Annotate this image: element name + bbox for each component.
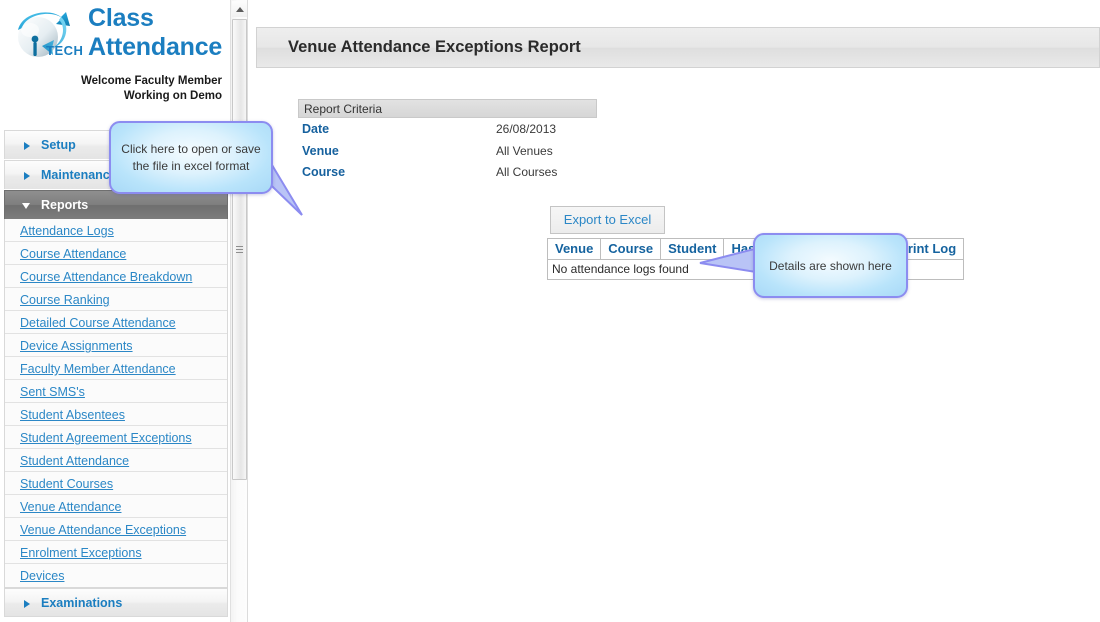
brand-header: TECH Class Attendance Welcome Faculty Me… bbox=[0, 0, 228, 108]
scrollbar-thumb[interactable] bbox=[232, 19, 247, 480]
sidebar-report-link-list: Attendance Logs Course Attendance Course A… bbox=[4, 219, 228, 588]
sidebar-report-link-row[interactable]: Student Agreement Exceptions bbox=[5, 426, 227, 449]
criteria-value-date: 26/08/2013 bbox=[496, 122, 557, 136]
application-window: TECH Class Attendance Welcome Faculty Me… bbox=[0, 0, 1100, 622]
app-title-line1: Class bbox=[88, 4, 154, 32]
callout-export-to-excel-text: Click here to open or save the file in e… bbox=[121, 142, 261, 173]
results-column-header: Course bbox=[600, 238, 662, 260]
scroll-up-arrow-glyph bbox=[236, 7, 244, 12]
sidebar-report-link-row[interactable]: Student Courses bbox=[5, 472, 227, 495]
sidebar-report-link-row[interactable]: Student Attendance bbox=[5, 449, 227, 472]
sidebar-menu: Setup Maintenance Reports Attendance Log… bbox=[4, 130, 228, 617]
sidebar-report-link[interactable]: Course Attendance bbox=[20, 247, 126, 261]
sidebar-report-link[interactable]: Course Ranking bbox=[20, 293, 110, 307]
sidebar-report-link[interactable]: Device Assignments bbox=[20, 339, 133, 353]
page-title: Venue Attendance Exceptions Report bbox=[288, 38, 581, 56]
sidebar-report-link[interactable]: Devices bbox=[20, 569, 64, 583]
criteria-value-course: All Courses bbox=[496, 165, 558, 179]
sidebar-report-link-row[interactable]: Student Absentees bbox=[5, 403, 227, 426]
sidebar-report-link[interactable]: Faculty Member Attendance bbox=[20, 362, 176, 376]
sidebar-report-link[interactable]: Course Attendance Breakdown bbox=[20, 270, 192, 284]
criteria-label-venue: Venue bbox=[302, 143, 339, 158]
criteria-row-venue: Venue All Venues bbox=[298, 140, 597, 162]
report-criteria-heading: Report Criteria bbox=[298, 99, 597, 118]
criteria-label-date: Date bbox=[302, 122, 330, 136]
sidebar-report-link[interactable]: Venue Attendance Exceptions bbox=[20, 523, 186, 537]
sidebar-report-link[interactable]: Sent SMS's bbox=[20, 385, 85, 399]
welcome-line-2: Working on Demo bbox=[123, 90, 222, 102]
sidebar-report-link[interactable]: Student Absentees bbox=[20, 408, 125, 422]
sidebar-report-link[interactable]: Student Agreement Exceptions bbox=[20, 431, 192, 445]
sidebar-report-link-row[interactable]: Devices bbox=[5, 564, 227, 587]
triangle-right-icon bbox=[24, 600, 30, 608]
app-title-line2: Attendance bbox=[88, 33, 223, 61]
callout-details-text: Details are shown here bbox=[769, 259, 892, 273]
export-to-excel-button[interactable]: Export to Excel bbox=[550, 206, 665, 234]
page-header-bar: Venue Attendance Exceptions Report bbox=[256, 27, 1100, 68]
welcome-line-1: Welcome Faculty Member bbox=[80, 75, 222, 87]
sidebar-section-setup-label: Setup bbox=[41, 138, 76, 152]
iptech-globe-logo-icon: TECH bbox=[12, 6, 84, 70]
sidebar-report-link-row[interactable]: Venue Attendance bbox=[5, 495, 227, 518]
sidebar: TECH Class Attendance Welcome Faculty Me… bbox=[0, 0, 228, 622]
report-criteria-panel: Report Criteria Date 26/08/2013 Venue Al… bbox=[298, 99, 597, 183]
export-to-excel-label: Export to Excel bbox=[563, 212, 652, 227]
triangle-right-icon bbox=[24, 172, 30, 180]
svg-text:TECH: TECH bbox=[46, 43, 83, 58]
scroll-up-arrow-icon[interactable] bbox=[232, 1, 247, 17]
sidebar-section-examinations-label: Examinations bbox=[41, 596, 123, 610]
page-scrollbar[interactable] bbox=[230, 0, 248, 622]
sidebar-report-link-row[interactable]: Detailed Course Attendance bbox=[5, 311, 227, 334]
sidebar-report-link-row[interactable]: Venue Attendance Exceptions bbox=[5, 518, 227, 541]
sidebar-report-link-row[interactable]: Course Ranking bbox=[5, 288, 227, 311]
sidebar-section-maintenance-label: Maintenance bbox=[41, 168, 117, 182]
triangle-down-icon bbox=[22, 203, 30, 209]
sidebar-report-link[interactable]: Venue Attendance bbox=[20, 500, 121, 514]
sidebar-report-link[interactable]: Student Attendance bbox=[20, 454, 129, 468]
sidebar-report-link-row[interactable]: Enrolment Exceptions bbox=[5, 541, 227, 564]
sidebar-report-link-row[interactable]: Course Attendance Breakdown bbox=[5, 265, 227, 288]
sidebar-report-link-row[interactable]: Sent SMS's bbox=[5, 380, 227, 403]
main-content: Venue Attendance Exceptions Report Repor… bbox=[249, 0, 1100, 622]
callout-export-to-excel: Click here to open or save the file in e… bbox=[109, 121, 273, 194]
criteria-row-course: Course All Courses bbox=[298, 161, 597, 183]
sidebar-report-link[interactable]: Detailed Course Attendance bbox=[20, 316, 176, 330]
scrollbar-grip-icon bbox=[236, 246, 243, 253]
sidebar-report-link-row[interactable]: Attendance Logs bbox=[5, 219, 227, 242]
criteria-row-date: Date 26/08/2013 bbox=[298, 118, 597, 140]
sidebar-report-link[interactable]: Enrolment Exceptions bbox=[20, 546, 142, 560]
welcome-message: Welcome Faculty Member Working on Demo bbox=[0, 74, 222, 104]
sidebar-report-link-row[interactable]: Course Attendance bbox=[5, 242, 227, 265]
results-column-header: Venue bbox=[546, 238, 602, 260]
app-title: Class Attendance bbox=[88, 4, 226, 62]
sidebar-report-link[interactable]: Attendance Logs bbox=[20, 224, 114, 238]
sidebar-report-link[interactable]: Student Courses bbox=[20, 477, 113, 491]
sidebar-section-reports[interactable]: Reports bbox=[4, 190, 228, 219]
criteria-value-venue: All Venues bbox=[496, 143, 553, 158]
sidebar-section-examinations[interactable]: Examinations bbox=[4, 588, 228, 617]
sidebar-section-reports-label: Reports bbox=[41, 198, 89, 212]
sidebar-report-link-row[interactable]: Faculty Member Attendance bbox=[5, 357, 227, 380]
triangle-right-icon bbox=[24, 142, 30, 150]
sidebar-report-link-row[interactable]: Device Assignments bbox=[5, 334, 227, 357]
callout-details-shown-here: Details are shown here bbox=[753, 233, 908, 298]
